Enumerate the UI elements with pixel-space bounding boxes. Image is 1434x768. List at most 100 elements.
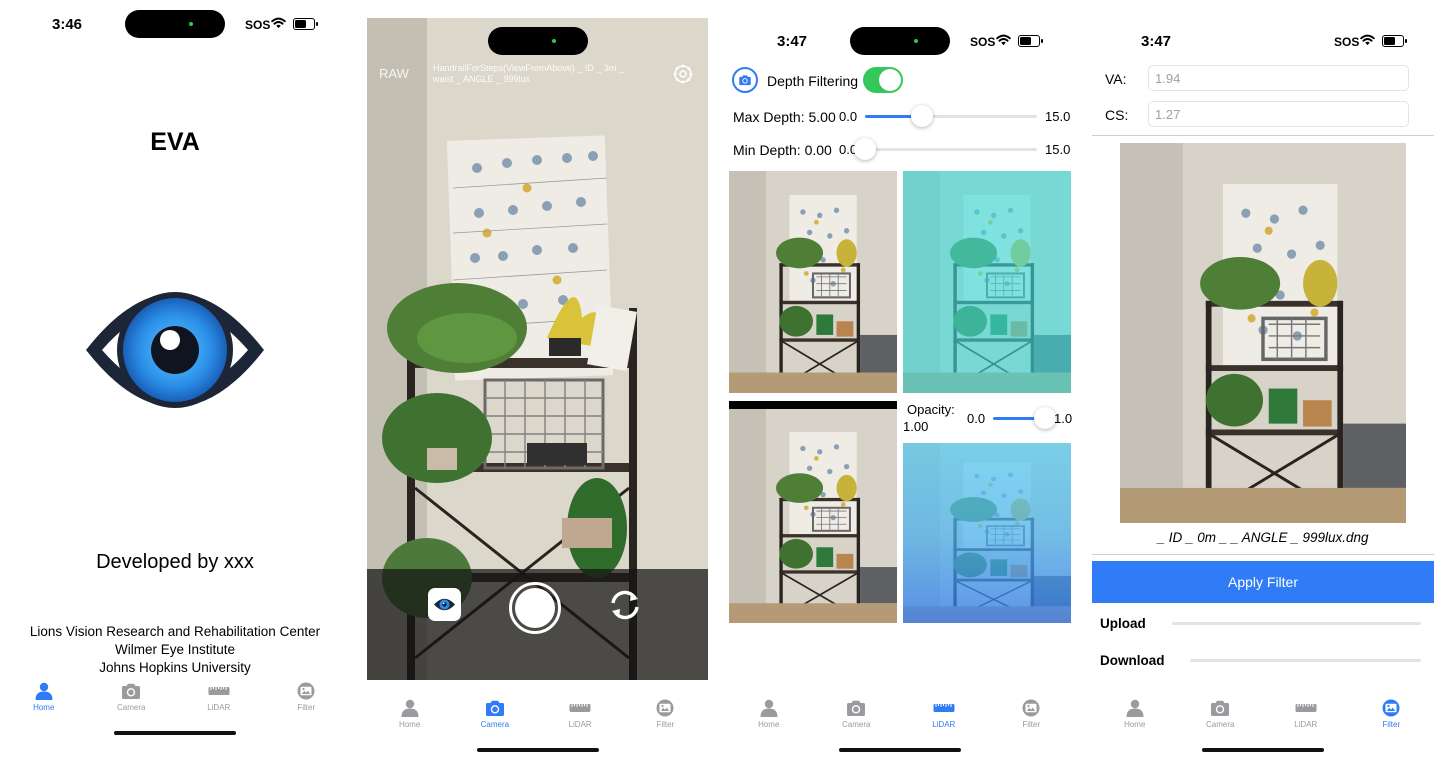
tab-filter-label: Filter (1382, 720, 1401, 729)
tab-filter-label: Filter (1022, 720, 1041, 729)
wifi-icon (996, 34, 1011, 46)
opacity-slider[interactable] (993, 407, 1056, 429)
ruler-icon (1295, 699, 1317, 717)
photo-filter-icon (295, 682, 317, 700)
min-depth-slider[interactable] (854, 138, 1037, 160)
settings-gear-icon[interactable] (672, 63, 694, 85)
tab-filter[interactable]: Filter (1351, 699, 1431, 729)
opacity-slider-thumb[interactable] (1034, 407, 1056, 429)
camera-viewfinder (367, 18, 708, 680)
dynamic-island (850, 27, 950, 55)
eye-icon (434, 598, 455, 611)
cs-input[interactable]: 1.27 (1148, 101, 1409, 127)
photo-filter-icon (1020, 699, 1042, 717)
tab-camera[interactable]: Camera (455, 699, 535, 729)
tab-lidar[interactable]: LiDAR (1266, 699, 1346, 729)
org-line-2: Wilmer Eye Institute (114, 642, 236, 657)
tab-filter[interactable]: Filter (266, 682, 346, 712)
min-depth-slider-thumb[interactable] (854, 138, 876, 160)
developed-by-text: Developed by xxx (96, 551, 254, 573)
person-icon (1124, 699, 1146, 717)
sos-indicator: SOS (970, 35, 996, 49)
depth-filtering-toggle[interactable] (863, 67, 903, 93)
apply-filter-button[interactable]: Apply Filter (1092, 561, 1434, 603)
status-time: 3:47 (777, 33, 808, 50)
opacity-max-label: 1.0 (1054, 411, 1073, 426)
tab-bar: Home Camera LiDAR Filter (367, 699, 708, 729)
tab-camera-label: Camera (842, 720, 871, 729)
battery-icon (293, 18, 318, 30)
filename-line-1: HandrailForSteps(ViewFromAbove) _ ID _ 3… (433, 63, 624, 73)
tab-home-label: Home (758, 720, 780, 729)
max-depth-label: Max Depth: 5.00 (733, 109, 836, 125)
lidar-depth-map-image (903, 443, 1071, 623)
filter-preview-image (1120, 143, 1406, 523)
tab-filter-label: Filter (297, 703, 316, 712)
tab-lidar-label: LiDAR (1294, 720, 1318, 729)
max-depth-max-label: 15.0 (1045, 109, 1071, 124)
wifi-icon (271, 17, 286, 29)
camera-icon (484, 699, 506, 717)
eye-mode-button[interactable] (428, 588, 461, 621)
tab-camera[interactable]: Camera (816, 699, 896, 729)
lidar-aligned-image (729, 401, 897, 623)
tab-home[interactable]: Home (4, 682, 84, 712)
camera-icon (845, 699, 867, 717)
depth-filtering-label: Depth Filtering (767, 73, 859, 89)
photo-filter-icon (1380, 699, 1402, 717)
tab-filter[interactable]: Filter (991, 699, 1071, 729)
image-caption: _ ID _ 0m _ _ ANGLE _ 999lux.dng (1157, 530, 1369, 545)
tab-bar: Home Camera LiDAR Filter (1092, 699, 1434, 729)
filename-line-2: waist _ ANGLE _ 999lux (433, 74, 531, 84)
tab-lidar[interactable]: LiDAR (179, 682, 259, 712)
opacity-min-label: 0.0 (967, 411, 986, 426)
tab-filter[interactable]: Filter (625, 699, 705, 729)
tab-camera[interactable]: Camera (1180, 699, 1260, 729)
ruler-icon (933, 699, 955, 717)
divider (1092, 135, 1434, 136)
va-input[interactable]: 1.94 (1148, 65, 1409, 91)
download-label: Download (1100, 653, 1165, 668)
capture-depth-button[interactable] (732, 67, 758, 93)
ruler-icon (569, 699, 591, 717)
switch-camera-icon[interactable] (607, 589, 643, 621)
battery-icon (1018, 35, 1043, 47)
max-depth-slider[interactable] (865, 105, 1037, 127)
max-depth-slider-thumb[interactable] (911, 105, 934, 127)
max-depth-min-label: 0.0 (839, 109, 858, 124)
tab-home[interactable]: Home (370, 699, 450, 729)
dynamic-island (125, 10, 225, 38)
opacity-value: 1.00 (903, 419, 929, 434)
min-depth-label: Min Depth: 0.00 (733, 142, 832, 158)
tab-lidar-label: LiDAR (568, 720, 592, 729)
lidar-depth-overlay-image (903, 171, 1071, 393)
home-indicator (839, 748, 961, 752)
tab-home-label: Home (33, 703, 55, 712)
status-time: 3:47 (1141, 33, 1172, 50)
tab-camera-label: Camera (117, 703, 146, 712)
tab-home[interactable]: Home (1095, 699, 1175, 729)
app-title: EVA (150, 128, 200, 156)
tab-home[interactable]: Home (729, 699, 809, 729)
upload-progress-bar (1172, 622, 1421, 625)
person-icon (758, 699, 780, 717)
tab-lidar-label: LiDAR (932, 720, 956, 729)
tab-camera-label: Camera (480, 720, 510, 729)
upload-label: Upload (1100, 616, 1146, 631)
org-line-1: Lions Vision Research and Rehabilitation… (29, 624, 321, 639)
min-depth-max-label: 15.0 (1045, 142, 1071, 157)
org-line-3: Johns Hopkins University (99, 660, 251, 675)
sos-indicator: SOS (245, 18, 271, 32)
home-indicator (1202, 748, 1324, 752)
battery-icon (1382, 35, 1407, 47)
camera-icon (738, 74, 752, 86)
tab-camera[interactable]: Camera (91, 682, 171, 712)
tab-filter-label: Filter (656, 720, 675, 729)
camera-icon (120, 682, 142, 700)
shutter-button[interactable] (509, 582, 561, 634)
home-indicator (477, 748, 599, 752)
raw-toggle[interactable]: RAW (379, 66, 409, 81)
cs-label: CS: (1105, 107, 1129, 123)
tab-lidar[interactable]: LiDAR (904, 699, 984, 729)
tab-lidar[interactable]: LiDAR (540, 699, 620, 729)
